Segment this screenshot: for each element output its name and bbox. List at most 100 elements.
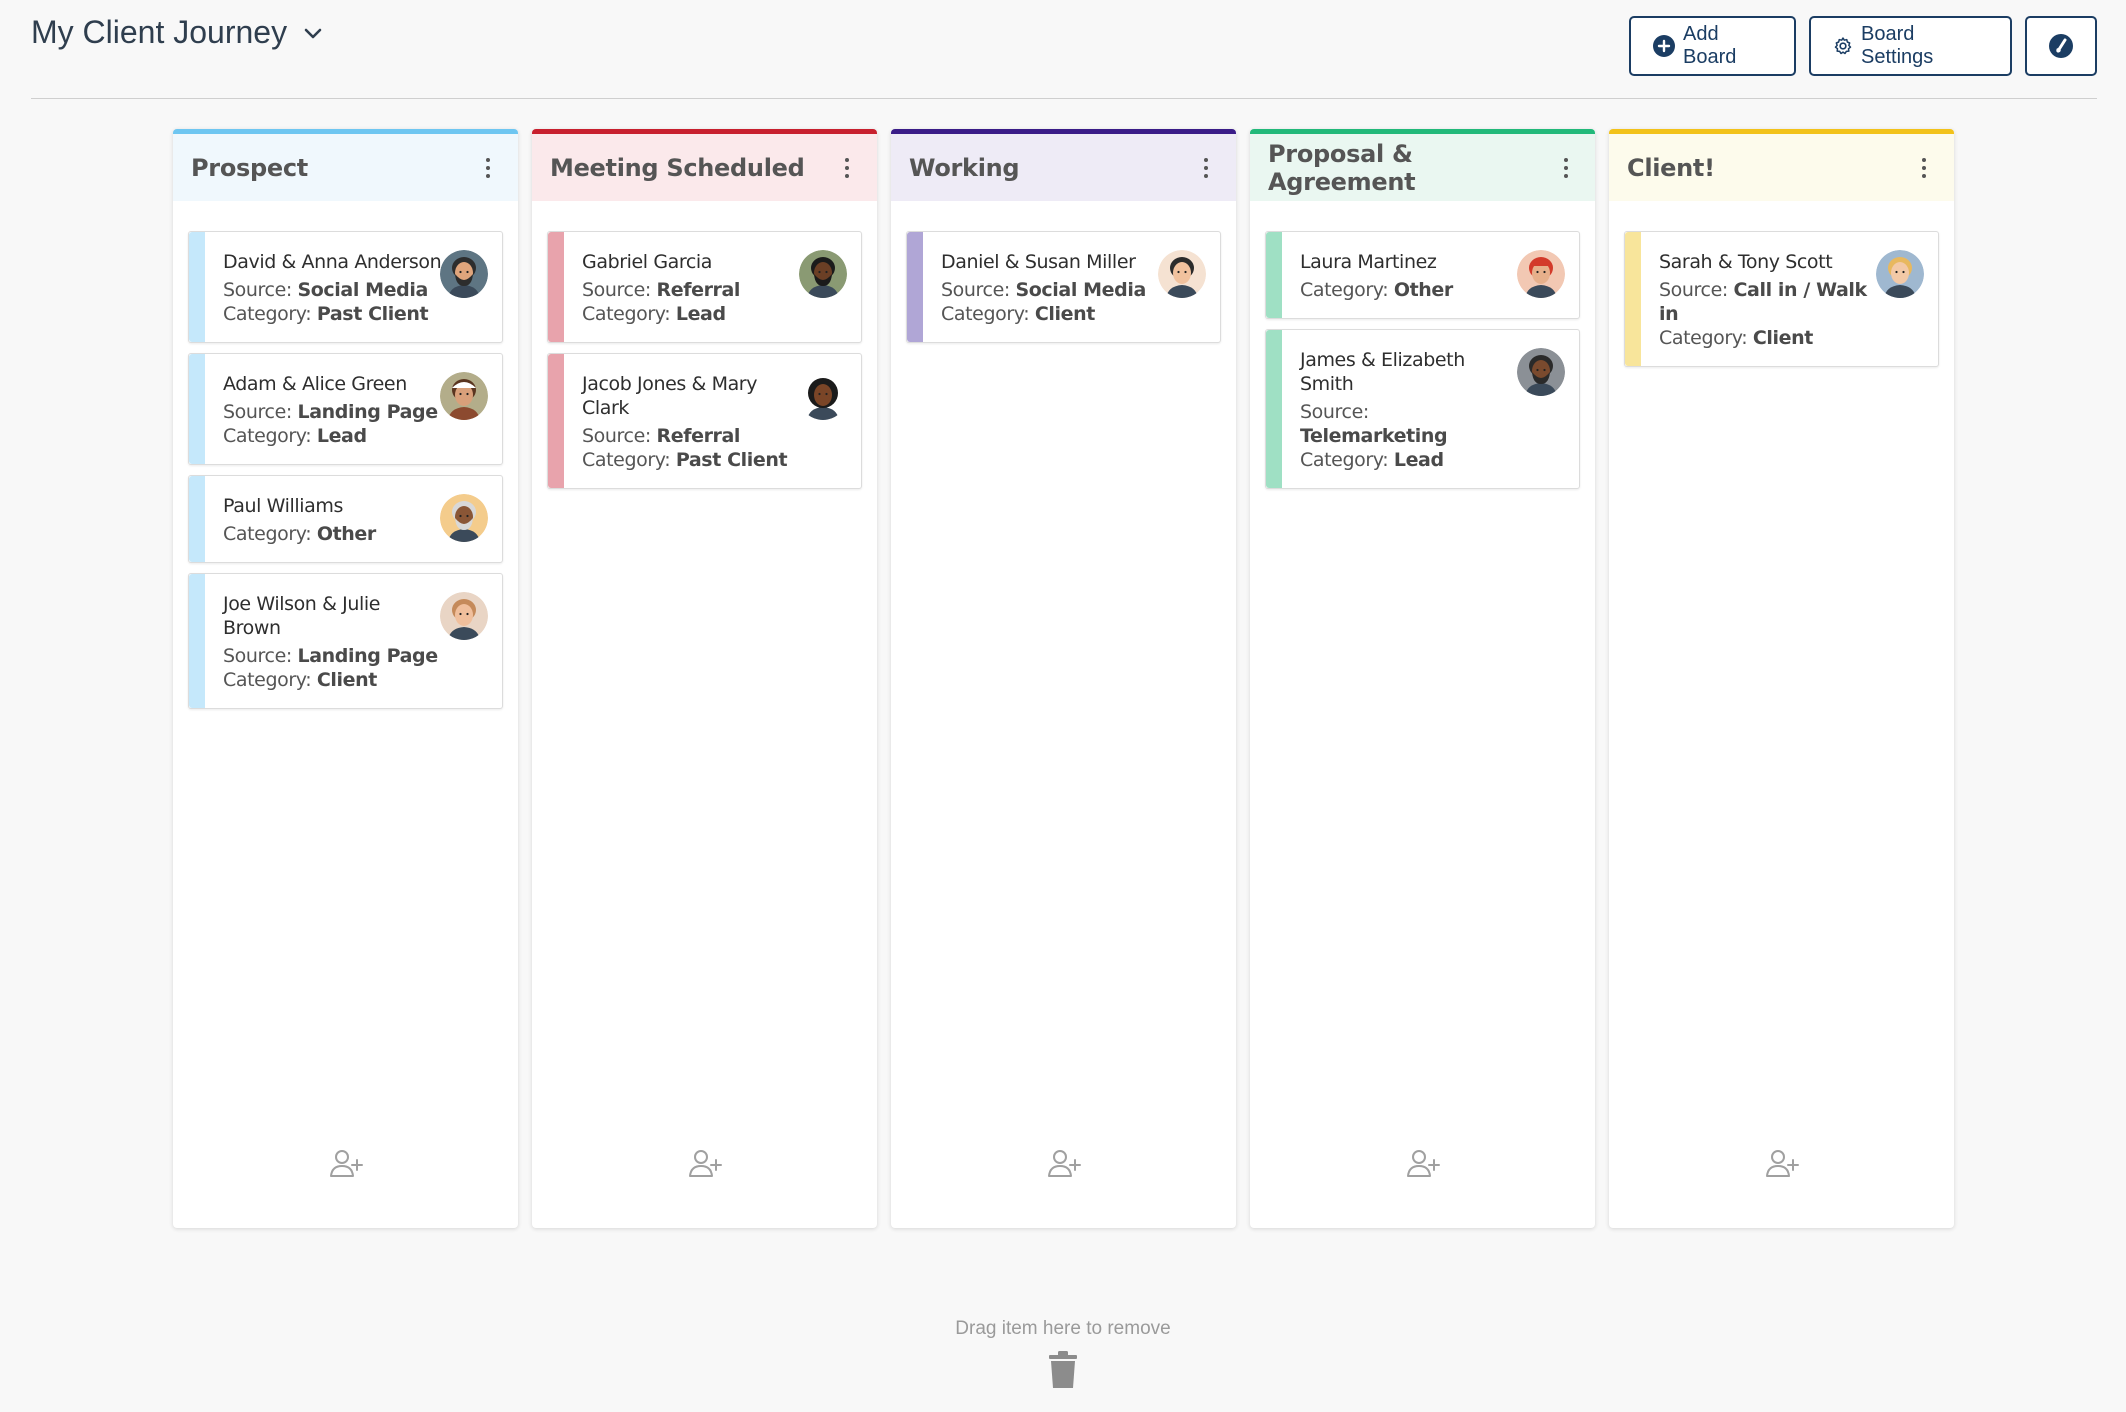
contact-name: Gabriel Garcia [582, 251, 713, 273]
trash-icon [1047, 1350, 1079, 1390]
contact-source: Source: Landing Page [223, 644, 442, 668]
column-title: Proposal & Agreement [1268, 139, 1416, 196]
avatar [1158, 250, 1206, 298]
avatar [1517, 348, 1565, 396]
column-title: Meeting Scheduled [550, 153, 805, 182]
contact-card[interactable]: Paul Williams Category: Other [188, 475, 503, 563]
add-contact-icon[interactable] [1406, 1148, 1440, 1178]
source-value: Landing Page [297, 645, 439, 667]
source-label: Source: [582, 279, 651, 301]
column-header: Client! [1609, 134, 1954, 201]
more-vertical-icon[interactable] [1194, 153, 1218, 183]
more-vertical-icon[interactable] [1912, 153, 1936, 183]
category-label: Category: [223, 669, 312, 691]
card-list: Laura Martinez Category: Other James & Eli… [1250, 201, 1595, 489]
card-stripe [189, 232, 205, 342]
card-stripe [907, 232, 923, 342]
category-label: Category: [941, 303, 1030, 325]
contact-card[interactable]: Sarah & Tony Scott Source: Call in / Walk… [1624, 231, 1939, 367]
contact-card[interactable]: Joe Wilson & Julie Brown Source: Landing … [188, 573, 503, 709]
add-board-button[interactable]: Add Board [1629, 16, 1796, 76]
plus-circle-icon [1653, 35, 1675, 57]
contact-source: Source: Call in / Walk in [1659, 278, 1878, 326]
board-columns: Prospect David & Anna Anderson Source: Soc… [173, 129, 1954, 1228]
contact-source: Source: Social Media [941, 278, 1160, 302]
column-2[interactable]: Working Daniel & Susan Miller Source: Soci… [891, 129, 1236, 1228]
column-header: Prospect [173, 134, 518, 201]
contact-card[interactable]: Adam & Alice Green Source: Landing Page Ca… [188, 353, 503, 465]
contact-card[interactable]: Daniel & Susan Miller Source: Social Medi… [906, 231, 1221, 343]
add-board-label: Add Board [1683, 23, 1737, 68]
category-value: Past Client [316, 303, 429, 325]
avatar [1876, 250, 1924, 298]
category-label: Category: [223, 303, 312, 325]
category-value: Client [316, 669, 377, 691]
add-contact-icon[interactable] [688, 1148, 722, 1178]
card-stripe [189, 476, 205, 562]
source-value: Telemarketing [1300, 425, 1448, 447]
contact-card[interactable]: Gabriel Garcia Source: Referral Category: … [547, 231, 862, 343]
category-label: Category: [223, 425, 312, 447]
source-label: Source: [223, 645, 292, 667]
column-1[interactable]: Meeting Scheduled Gabriel Garcia Source: R… [532, 129, 877, 1228]
column-header: Proposal & Agreement [1250, 134, 1595, 201]
dashboard-button[interactable] [2025, 16, 2097, 76]
card-stripe [1266, 330, 1282, 488]
category-value: Client [1752, 327, 1813, 349]
avatar [440, 250, 488, 298]
column-0[interactable]: Prospect David & Anna Anderson Source: Soc… [173, 129, 518, 1228]
avatar [799, 250, 847, 298]
category-value: Past Client [675, 449, 788, 471]
column-title: Client! [1627, 153, 1715, 182]
card-list: Sarah & Tony Scott Source: Call in / Walk… [1609, 201, 1954, 367]
board-settings-label: Board Settings [1861, 23, 1934, 68]
contact-name: Sarah & Tony Scott [1659, 251, 1833, 273]
card-stripe [548, 354, 564, 488]
category-value: Client [1034, 303, 1095, 325]
avatar [799, 372, 847, 420]
card-stripe [548, 232, 564, 342]
remove-drop-zone[interactable]: Drag item here to remove [0, 1318, 2126, 1390]
add-contact-icon[interactable] [329, 1148, 363, 1178]
contact-name: David & Anna Anderson [223, 251, 442, 273]
source-label: Source: [1300, 401, 1369, 423]
contact-name: Adam & Alice Green [223, 373, 407, 395]
contact-name: Joe Wilson & Julie Brown [223, 593, 381, 639]
category-value: Lead [316, 425, 367, 447]
more-vertical-icon[interactable] [476, 153, 500, 183]
contact-source: Source: Landing Page [223, 400, 442, 424]
category-value: Other [316, 523, 376, 545]
column-3[interactable]: Proposal & Agreement Laura Martinez Catego… [1250, 129, 1595, 1228]
category-label: Category: [223, 523, 312, 545]
source-label: Source: [223, 279, 292, 301]
contact-source: Source: Social Media [223, 278, 442, 302]
contact-category: Category: Client [941, 302, 1160, 326]
contact-name: James & Elizabeth Smith [1300, 349, 1465, 395]
contact-card[interactable]: James & Elizabeth Smith Source: Telemarke… [1265, 329, 1580, 489]
add-contact-icon[interactable] [1047, 1148, 1081, 1178]
contact-category: Category: Lead [223, 424, 442, 448]
contact-card[interactable]: Jacob Jones & Mary Clark Source: Referral… [547, 353, 862, 489]
category-label: Category: [1300, 449, 1389, 471]
column-title: Prospect [191, 153, 308, 182]
contact-source: Source: Referral [582, 278, 801, 302]
category-value: Lead [675, 303, 726, 325]
more-vertical-icon[interactable] [1554, 153, 1577, 183]
contact-card[interactable]: David & Anna Anderson Source: Social Medi… [188, 231, 503, 343]
contact-category: Category: Client [223, 668, 442, 692]
board-settings-button[interactable]: Board Settings [1809, 16, 2012, 76]
column-4[interactable]: Client! Sarah & Tony Scott Source: Call in… [1609, 129, 1954, 1228]
board-selector[interactable]: My Client Journey [31, 14, 325, 51]
contact-name: Laura Martinez [1300, 251, 1437, 273]
source-label: Source: [582, 425, 651, 447]
card-list: David & Anna Anderson Source: Social Medi… [173, 201, 518, 709]
contact-card[interactable]: Laura Martinez Category: Other [1265, 231, 1580, 319]
source-label: Source: [1659, 279, 1728, 301]
contact-category: Category: Other [1300, 278, 1519, 302]
column-header: Working [891, 134, 1236, 201]
source-label: Source: [223, 401, 292, 423]
add-contact-icon[interactable] [1765, 1148, 1799, 1178]
category-label: Category: [582, 303, 671, 325]
more-vertical-icon[interactable] [835, 153, 859, 183]
column-title: Working [909, 153, 1020, 182]
